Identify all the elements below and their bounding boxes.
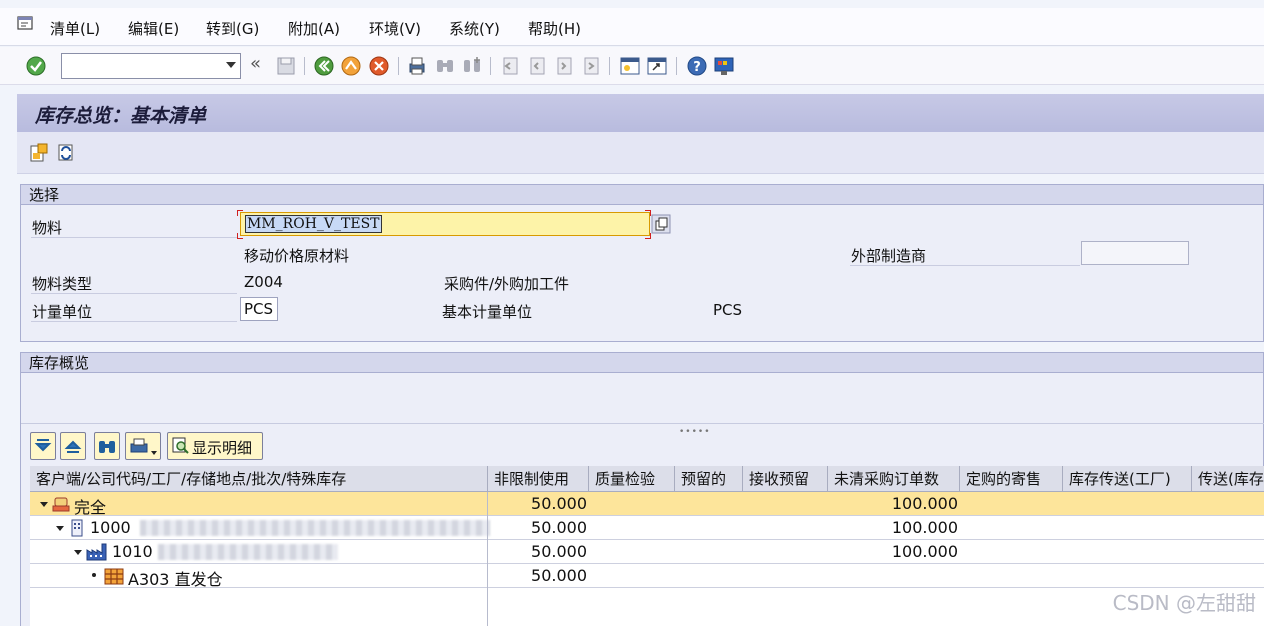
menu-help[interactable]: 帮助(H) — [528, 18, 581, 39]
material-type-description: 采购件/外购加工件 — [444, 275, 570, 293]
show-detail-button[interactable]: 显示明细 — [167, 432, 263, 460]
find-button[interactable] — [94, 432, 120, 460]
selection-group-header: 选择 — [21, 185, 1263, 205]
screen-title-bar: 库存总览：基本清单 — [17, 94, 1264, 132]
material-document-icon[interactable] — [28, 142, 50, 164]
collapse-icon — [64, 440, 82, 453]
create-session-icon[interactable] — [619, 55, 641, 77]
first-page-icon[interactable] — [499, 55, 521, 77]
material-description: 移动价格原材料 — [244, 247, 350, 265]
tree-row-storage-location[interactable]: A303 直发仓 50.000 — [30, 564, 1264, 589]
column-header-reserved[interactable]: 预留的 — [675, 466, 743, 492]
column-header-transfer-stock[interactable]: 传送(库存 — [1192, 466, 1264, 492]
svg-text:?: ? — [693, 60, 701, 75]
company-building-icon — [71, 519, 83, 537]
column-header-hierarchy[interactable]: 客户端/公司代码/工厂/存储地点/批次/特殊库存 — [30, 466, 488, 492]
print-icon — [130, 438, 148, 453]
customize-layout-icon[interactable] — [713, 55, 735, 77]
expand-node-icon[interactable] — [74, 550, 82, 555]
uom-label: 计量单位 — [32, 303, 93, 321]
chevron-down-icon[interactable] — [226, 62, 236, 68]
next-page-icon[interactable] — [553, 55, 575, 77]
material-type-value: Z004 — [244, 273, 283, 291]
open-po-value: 100.000 — [891, 494, 958, 513]
stock-overview-header: 库存概览 — [21, 353, 1263, 373]
material-type-label: 物料类型 — [32, 275, 93, 293]
chevron-down-icon — [151, 451, 157, 455]
tree-row-plant[interactable]: 1010 50.000 100.000 — [30, 540, 1264, 564]
unrestricted-value: 50.000 — [531, 542, 587, 561]
watermark: CSDN @左甜甜 — [1112, 591, 1256, 615]
collapse-all-button[interactable] — [60, 432, 86, 460]
detail-magnifier-icon — [172, 437, 189, 454]
back-icon[interactable] — [313, 55, 335, 77]
leaf-bullet-icon — [92, 573, 96, 577]
find-icon[interactable] — [434, 55, 456, 77]
unrestricted-value: 50.000 — [531, 494, 587, 513]
previous-page-icon[interactable] — [526, 55, 548, 77]
menu-goto[interactable]: 转到(G) — [206, 18, 259, 39]
expand-node-icon[interactable] — [56, 526, 64, 531]
cancel-icon[interactable] — [368, 55, 390, 77]
find-icon — [99, 441, 115, 453]
print-icon[interactable] — [406, 55, 428, 77]
manufacturer-field[interactable] — [1081, 241, 1189, 265]
redacted-text — [140, 520, 490, 536]
enter-icon[interactable] — [25, 55, 47, 77]
column-header-stock-transfer-plant[interactable]: 库存传送(工厂) — [1063, 466, 1192, 492]
column-header-consignment-ordered[interactable]: 定购的寄售 — [960, 466, 1063, 492]
value-help-icon[interactable] — [651, 214, 671, 234]
tree-label: A303 直发仓 — [128, 570, 223, 589]
open-po-value: 100.000 — [891, 542, 958, 561]
tree-label: 完全 — [74, 498, 107, 517]
open-po-value: 100.000 — [891, 518, 958, 537]
page-title: 库存总览：基本清单 — [35, 105, 207, 127]
menu-extras[interactable]: 附加(A) — [288, 18, 340, 39]
column-header-unrestricted[interactable]: 非限制使用 — [488, 466, 589, 492]
selection-group: 选择 物料 MM_ROH_V_TEST 移动价格原材料 外部制造商 物料类型 Z… — [20, 184, 1264, 342]
redacted-text — [158, 544, 338, 560]
help-icon[interactable]: ? — [686, 55, 708, 77]
find-next-icon[interactable] — [461, 55, 483, 77]
material-input[interactable]: MM_ROH_V_TEST — [240, 212, 650, 236]
unrestricted-value: 50.000 — [531, 518, 587, 537]
save-icon[interactable] — [275, 55, 297, 77]
tree-row-company-code[interactable]: 1000 50.000 100.000 — [30, 516, 1264, 540]
material-label: 物料 — [32, 219, 63, 237]
system-menu-icon[interactable] — [16, 14, 36, 34]
column-header-open-po[interactable]: 未清采购订单数 — [828, 466, 960, 492]
plant-factory-icon — [86, 543, 107, 561]
back-double-icon[interactable]: « — [250, 53, 272, 75]
refresh-icon[interactable] — [55, 142, 77, 164]
expand-node-icon[interactable] — [40, 502, 48, 507]
column-header-receipt-reservation[interactable]: 接收预留 — [743, 466, 828, 492]
menu-environment[interactable]: 环境(V) — [369, 18, 421, 39]
base-uom-label: 基本计量单位 — [442, 303, 533, 321]
client-icon — [52, 497, 70, 512]
print-menu-button[interactable] — [125, 432, 161, 460]
shortcut-icon[interactable] — [646, 55, 668, 77]
last-page-icon[interactable] — [580, 55, 602, 77]
expand-all-button[interactable] — [30, 432, 56, 460]
column-header-quality-inspection[interactable]: 质量检验 — [589, 466, 675, 492]
application-toolbar — [17, 132, 1264, 174]
unrestricted-value: 50.000 — [531, 566, 587, 585]
expand-icon — [34, 439, 52, 452]
stock-overview-tree-grid: 客户端/公司代码/工厂/存储地点/批次/特殊库存 非限制使用 质量检验 预留的 … — [30, 466, 1264, 626]
storage-location-icon — [104, 568, 124, 585]
uom-field[interactable]: PCS — [240, 297, 278, 321]
tree-label: 1000 — [90, 518, 131, 537]
tree-label: 1010 — [112, 542, 153, 561]
splitter-handle[interactable]: ••••• — [679, 427, 711, 437]
menu-system[interactable]: 系统(Y) — [449, 18, 500, 39]
standard-toolbar: « ? — [0, 47, 1264, 85]
manufacturer-label: 外部制造商 — [851, 247, 927, 265]
exit-icon[interactable] — [340, 55, 362, 77]
base-uom-value: PCS — [713, 301, 743, 319]
menu-list[interactable]: 清单(L) — [50, 18, 100, 39]
tree-row-total[interactable]: 完全 50.000 100.000 — [30, 492, 1264, 517]
command-field[interactable] — [61, 53, 241, 79]
menu-edit[interactable]: 编辑(E) — [128, 18, 179, 39]
menu-bar: 清单(L) 编辑(E) 转到(G) 附加(A) 环境(V) 系统(Y) 帮助(H… — [0, 8, 1264, 46]
